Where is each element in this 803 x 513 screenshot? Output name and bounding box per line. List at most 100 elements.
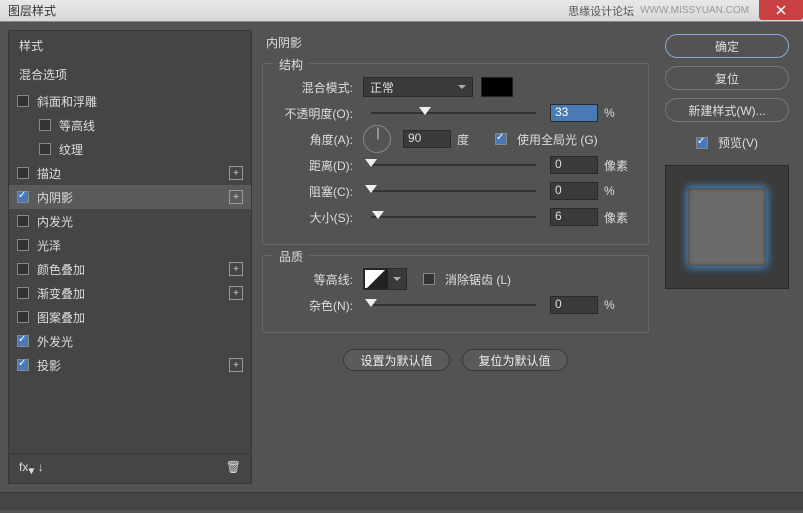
angle-wheel[interactable] — [363, 125, 391, 153]
style-checkbox[interactable] — [17, 239, 29, 251]
noise-slider[interactable] — [371, 297, 536, 313]
style-checkbox[interactable] — [17, 287, 29, 299]
blending-options[interactable]: 混合选项 — [9, 60, 251, 89]
style-label: 投影 — [37, 357, 61, 374]
angle-input[interactable]: 90 — [403, 130, 451, 148]
shadow-color-swatch[interactable] — [481, 77, 513, 97]
sidebar-footer: fx▾ ↓ 🗑 — [9, 453, 251, 483]
style-item-6[interactable]: 光泽 — [9, 233, 251, 257]
preview-swatch — [688, 188, 766, 266]
style-label: 光泽 — [37, 237, 61, 254]
style-checkbox[interactable] — [17, 335, 29, 347]
blend-mode-label: 混合模式: — [275, 79, 353, 96]
style-item-2[interactable]: 纹理 — [9, 137, 251, 161]
antialias-checkbox[interactable] — [423, 273, 435, 285]
set-default-button[interactable]: 设置为默认值 — [343, 349, 449, 371]
distance-input[interactable]: 0 — [550, 156, 598, 174]
trash-icon[interactable]: 🗑 — [226, 460, 241, 477]
new-style-button[interactable]: 新建样式(W)... — [665, 98, 789, 122]
style-checkbox[interactable] — [17, 95, 29, 107]
choke-input[interactable]: 0 — [550, 182, 598, 200]
style-item-7[interactable]: 颜色叠加 + — [9, 257, 251, 281]
add-effect-icon[interactable]: + — [229, 286, 243, 300]
style-checkbox[interactable] — [17, 167, 29, 179]
style-checkbox[interactable] — [17, 311, 29, 323]
right-column: 确定 复位 新建样式(W)... 预览(V) — [659, 30, 795, 484]
style-label: 描边 — [37, 165, 61, 182]
forum-text: 思缘设计论坛 — [568, 3, 634, 19]
preview-checkbox[interactable] — [696, 137, 708, 149]
reset-default-button[interactable]: 复位为默认值 — [462, 349, 568, 371]
size-unit: 像素 — [604, 209, 636, 226]
settings-panel: 内阴影 结构 混合模式: 正常 不透明度(O): 33 % 角度(A): 90 … — [262, 30, 649, 484]
style-item-9[interactable]: 图案叠加 — [9, 305, 251, 329]
style-item-3[interactable]: 描边 + — [9, 161, 251, 185]
structure-group: 结构 混合模式: 正常 不透明度(O): 33 % 角度(A): 90 度 使用… — [262, 63, 649, 245]
size-input[interactable]: 6 — [550, 208, 598, 226]
blend-mode-select[interactable]: 正常 — [363, 77, 473, 97]
quality-group: 品质 等高线: 消除锯齿 (L) 杂色(N): 0 % — [262, 255, 649, 333]
style-checkbox[interactable] — [17, 215, 29, 227]
styles-header[interactable]: 样式 — [9, 31, 251, 60]
opacity-input[interactable]: 33 — [550, 104, 598, 122]
choke-slider[interactable] — [371, 183, 536, 199]
contour-select[interactable] — [363, 268, 407, 290]
size-label: 大小(S): — [275, 209, 353, 226]
styles-sidebar: 样式 混合选项 斜面和浮雕等高线纹理描边+内阴影+内发光光泽颜色叠加+渐变叠加+… — [8, 30, 252, 484]
style-label: 内阴影 — [37, 189, 73, 206]
add-effect-icon[interactable]: + — [229, 262, 243, 276]
noise-label: 杂色(N): — [275, 297, 353, 314]
preview-label: 预览(V) — [718, 134, 758, 151]
noise-unit: % — [604, 298, 636, 312]
distance-unit: 像素 — [604, 157, 636, 174]
opacity-unit: % — [604, 106, 636, 120]
antialias-label: 消除锯齿 (L) — [445, 271, 511, 288]
opacity-label: 不透明度(O): — [275, 105, 353, 122]
style-item-1[interactable]: 等高线 — [9, 113, 251, 137]
distance-slider[interactable] — [371, 157, 536, 173]
close-button[interactable] — [759, 0, 803, 20]
style-item-8[interactable]: 渐变叠加+ — [9, 281, 251, 305]
style-label: 颜色叠加 — [37, 261, 85, 278]
style-label: 外发光 — [37, 333, 73, 350]
window-title: 图层样式 — [8, 2, 56, 19]
size-slider[interactable] — [371, 209, 536, 225]
global-light-checkbox[interactable] — [495, 133, 507, 145]
style-checkbox[interactable] — [17, 359, 29, 371]
quality-legend: 品质 — [273, 248, 309, 265]
add-effect-icon[interactable]: + — [229, 190, 243, 204]
structure-legend: 结构 — [273, 56, 309, 73]
style-checkbox[interactable] — [17, 191, 29, 203]
style-label: 斜面和浮雕 — [37, 93, 97, 110]
style-checkbox[interactable] — [39, 119, 51, 131]
contour-thumb — [364, 269, 388, 289]
ok-button[interactable]: 确定 — [665, 34, 789, 58]
angle-unit: 度 — [457, 131, 489, 148]
style-checkbox[interactable] — [39, 143, 51, 155]
noise-input[interactable]: 0 — [550, 296, 598, 314]
choke-unit: % — [604, 184, 636, 198]
distance-label: 距离(D): — [275, 157, 353, 174]
close-icon — [776, 5, 786, 15]
global-light-label: 使用全局光 (G) — [517, 131, 598, 148]
style-item-10[interactable]: 外发光 — [9, 329, 251, 353]
style-label: 图案叠加 — [37, 309, 85, 326]
fx-menu[interactable]: fx▾ ↓ — [19, 460, 44, 477]
style-checkbox[interactable] — [17, 263, 29, 275]
title-bar: 图层样式 思缘设计论坛 WWW.MISSYUAN.COM — [0, 0, 803, 22]
preview-box — [665, 165, 789, 289]
contour-label: 等高线: — [275, 271, 353, 288]
choke-label: 阻塞(C): — [275, 183, 353, 200]
add-effect-icon[interactable]: + — [229, 358, 243, 372]
angle-label: 角度(A): — [275, 131, 353, 148]
style-label: 纹理 — [59, 141, 83, 158]
cancel-button[interactable]: 复位 — [665, 66, 789, 90]
style-item-0[interactable]: 斜面和浮雕 — [9, 89, 251, 113]
style-item-4[interactable]: 内阴影 + — [9, 185, 251, 209]
style-item-11[interactable]: 投影 + — [9, 353, 251, 377]
style-label: 等高线 — [59, 117, 95, 134]
add-effect-icon[interactable]: + — [229, 166, 243, 180]
style-item-5[interactable]: 内发光 — [9, 209, 251, 233]
url-text: WWW.MISSYUAN.COM — [640, 5, 749, 16]
opacity-slider[interactable] — [371, 105, 536, 121]
